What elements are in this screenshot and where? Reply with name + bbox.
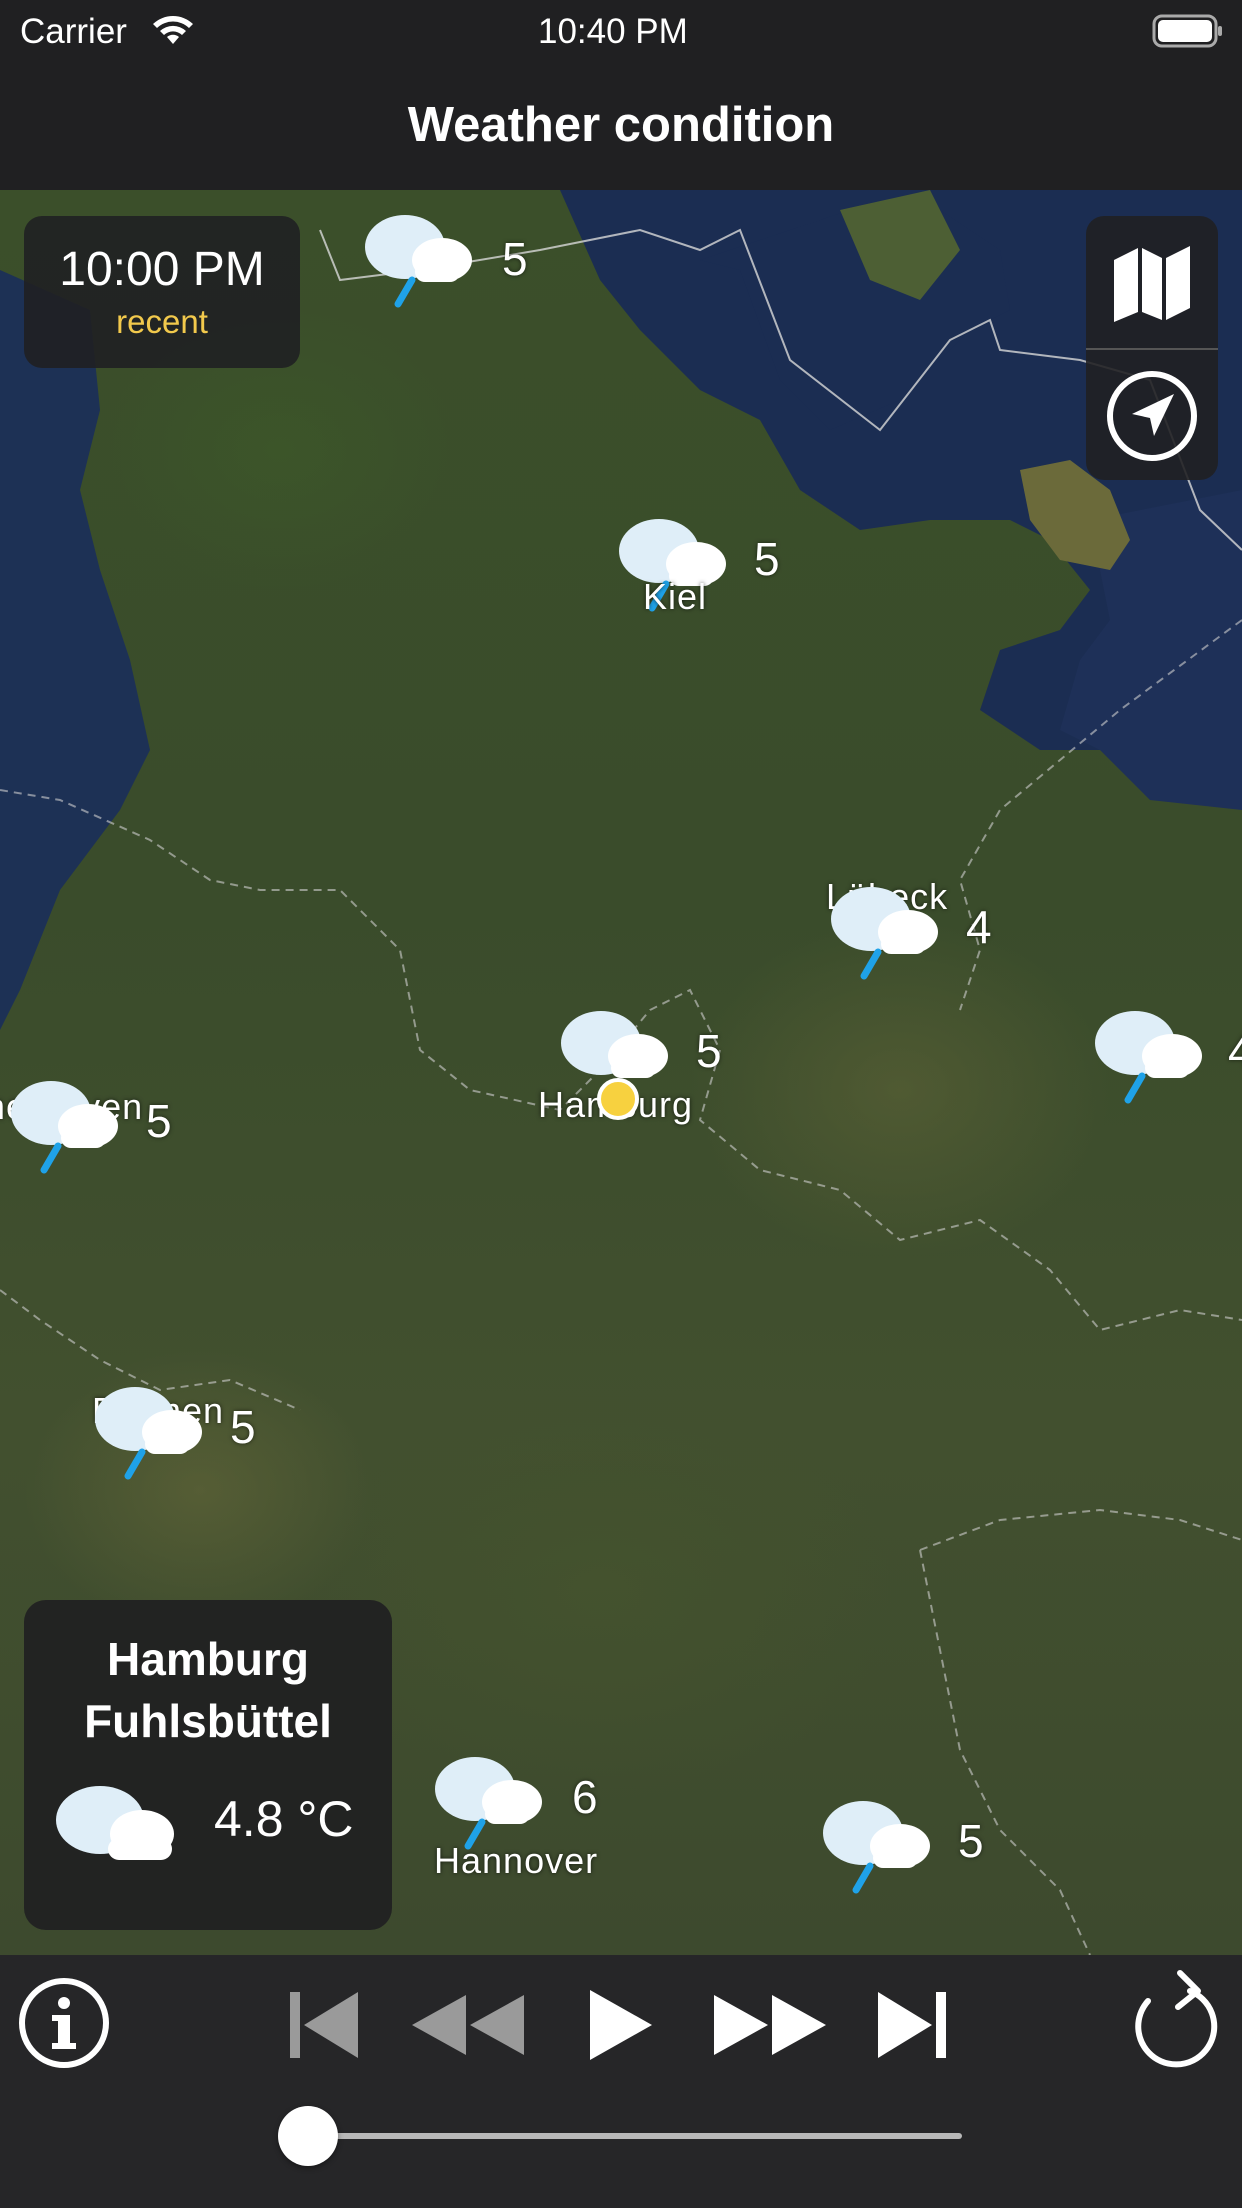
refresh-icon: [1135, 1970, 1218, 2068]
carrier-label: Carrier: [20, 12, 127, 51]
station-temperature: 4.8 °C: [214, 1791, 354, 1847]
marker-value: 5: [754, 533, 780, 585]
navigation-bar: Weather condition: [0, 60, 1242, 190]
station-name: Hamburg Fuhlsbüttel: [24, 1628, 392, 1752]
rewind-icon: [412, 1995, 524, 2055]
locate-me-button[interactable]: [1086, 350, 1218, 480]
skip-start-icon: [290, 1992, 358, 2058]
current-location-dot[interactable]: [597, 1078, 639, 1120]
page-title: Weather condition: [407, 98, 835, 152]
weather-marker[interactable]: [818, 1788, 958, 1898]
playback-toolbar: [0, 1955, 1242, 2208]
rain-cloud-icon: [11, 1081, 118, 1174]
rain-cloud-icon: [823, 1801, 930, 1894]
city-label-kiel: Kiel: [643, 576, 708, 617]
weather-marker[interactable]: [6, 1068, 146, 1178]
station-name-line1: Hamburg: [107, 1633, 309, 1685]
map-type-button[interactable]: [1086, 216, 1218, 348]
station-name-line2: Fuhlsbüttel: [84, 1695, 332, 1747]
skip-end-button[interactable]: [872, 1985, 952, 2065]
fast-forward-icon: [714, 1995, 826, 2055]
play-icon: [590, 1990, 652, 2060]
marker-value: 5: [958, 1815, 984, 1867]
marker-value: 4: [966, 901, 992, 953]
status-bar: Carrier 10:40 PM: [0, 0, 1242, 60]
battery-icon: [1152, 14, 1222, 48]
marker-value: 5: [230, 1401, 256, 1453]
wifi-icon: [153, 15, 193, 44]
skip-start-button[interactable]: [284, 1985, 364, 2065]
timeline-track[interactable]: [306, 2133, 962, 2139]
city-label-hannover: Hannover: [434, 1840, 599, 1881]
rain-cloud-icon: [435, 1757, 542, 1850]
skip-end-icon: [878, 1992, 946, 2058]
location-arrow-icon: [1107, 371, 1197, 461]
refresh-button[interactable]: [1124, 1969, 1224, 2069]
marker-value: 5: [146, 1095, 172, 1147]
rewind-button[interactable]: [408, 1985, 528, 2065]
weather-marker[interactable]: [90, 1374, 230, 1484]
marker-value: 4: [1228, 1025, 1242, 1077]
rain-cloud-icon: [95, 1387, 202, 1480]
info-icon: [19, 1978, 109, 2068]
forecast-time-label: recent: [116, 303, 208, 340]
map-controls: [1086, 216, 1218, 480]
weather-marker[interactable]: [360, 202, 500, 312]
map-icon: [1114, 246, 1190, 322]
weather-marker[interactable]: [430, 1744, 570, 1854]
marker-value: 6: [572, 1771, 598, 1823]
weather-marker[interactable]: [1090, 998, 1230, 1108]
play-button[interactable]: [580, 1983, 660, 2067]
fast-forward-button[interactable]: [710, 1985, 830, 2065]
rain-cloud-icon: [365, 215, 472, 308]
cloudy-icon: [56, 1786, 174, 1860]
info-button[interactable]: [16, 1975, 112, 2071]
rain-cloud-icon: [1095, 1011, 1202, 1104]
forecast-time: 10:00 PM: [59, 243, 265, 296]
status-time: 10:40 PM: [538, 12, 688, 51]
weather-marker[interactable]: [826, 874, 966, 984]
marker-value: 5: [502, 233, 528, 285]
rain-cloud-icon: [831, 887, 938, 980]
timeline-thumb[interactable]: [278, 2106, 338, 2166]
station-card[interactable]: Hamburg Fuhlsbüttel 4.8 °C: [24, 1600, 392, 1930]
marker-value: 5: [696, 1025, 722, 1077]
time-card: 10:00 PM recent: [24, 216, 300, 368]
